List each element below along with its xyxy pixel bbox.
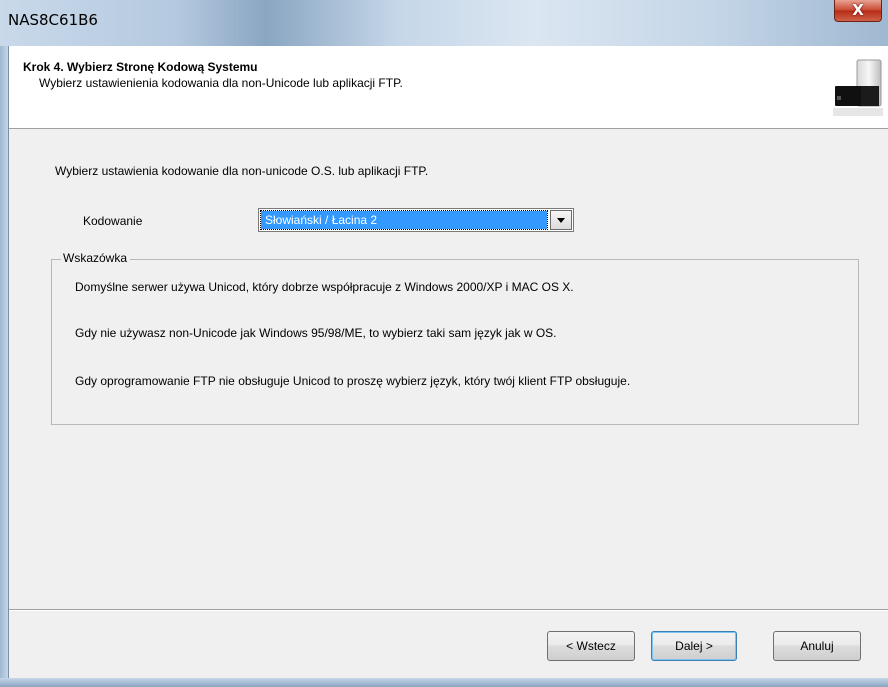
encoding-selected-value[interactable]: Słowiański / Łacina 2: [260, 210, 548, 230]
title-bar[interactable]: NAS8C61B6 X: [0, 0, 888, 46]
encoding-label: Kodowanie: [83, 214, 143, 228]
wizard-body: Krok 4. Wybierz Stronę Kodową Systemu Wy…: [8, 46, 888, 687]
step-subtitle: Wybierz ustawienienia kodowania dla non-…: [39, 76, 403, 90]
back-button[interactable]: < Wstecz: [547, 631, 635, 661]
step-title: Krok 4. Wybierz Stronę Kodową Systemu: [23, 60, 258, 74]
chevron-down-icon[interactable]: [550, 210, 572, 230]
window-frame-bottom: [0, 678, 888, 687]
nas-device-icon: [833, 59, 883, 116]
hint-line: Gdy oprogramowanie FTP nie obsługuje Uni…: [75, 374, 631, 388]
window-frame-left: [0, 46, 8, 678]
installer-window: NAS8C61B6 X Krok 4. Wybierz Stronę Kodow…: [0, 0, 888, 687]
window-title: NAS8C61B6: [8, 11, 98, 29]
close-icon: X: [852, 1, 864, 19]
wizard-header: Krok 4. Wybierz Stronę Kodową Systemu Wy…: [9, 46, 888, 129]
intro-text: Wybierz ustawienia kodowanie dla non-uni…: [55, 164, 429, 178]
hint-line: Domyślne serwer używa Unicod, który dobr…: [75, 280, 574, 294]
next-button[interactable]: Dalej >: [651, 631, 737, 661]
button-separator: [9, 609, 888, 611]
encoding-select[interactable]: Słowiański / Łacina 2: [258, 208, 574, 232]
hint-line: Gdy nie używasz non-Unicode jak Windows …: [75, 326, 557, 340]
hint-legend: Wskazówka: [61, 251, 131, 265]
cancel-button[interactable]: Anuluj: [773, 631, 861, 661]
close-button[interactable]: X: [834, 0, 882, 22]
